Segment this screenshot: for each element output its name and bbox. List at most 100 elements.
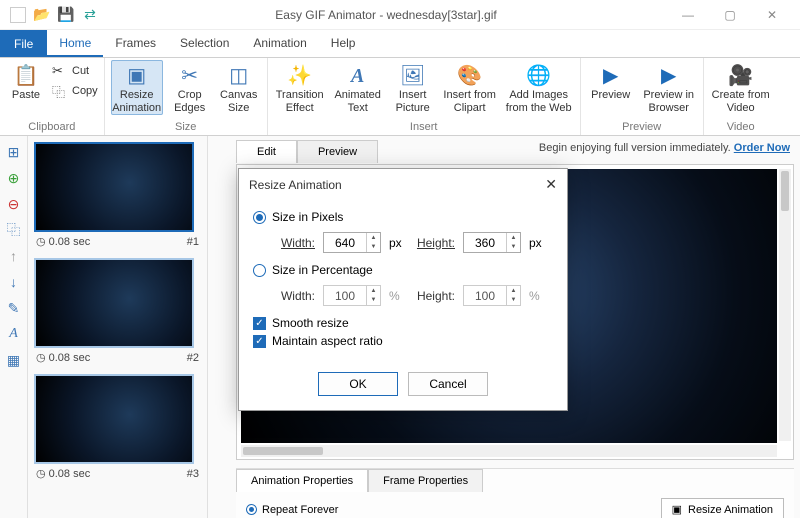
width-label: Width: (275, 236, 315, 250)
size-pixels-radio[interactable]: Size in Pixels (253, 210, 553, 224)
video-icon: 🎥 (728, 63, 753, 89)
height-px-input[interactable]: ▲▼ (463, 232, 521, 253)
crop-icon: ✂ (181, 63, 198, 89)
radio-dot-icon (246, 504, 257, 515)
ribbon-group-video: 🎥Create from Video Video (704, 58, 778, 135)
clock-icon: ◷ (36, 467, 46, 480)
open-icon[interactable]: 📂 (34, 7, 50, 23)
tab-edit[interactable]: Edit (236, 140, 297, 163)
window-controls: — ▢ ✕ (674, 8, 800, 22)
size-percent-radio[interactable]: Size in Percentage (253, 263, 553, 277)
radio-off-icon (253, 264, 266, 277)
preview-browser-button[interactable]: ▶Preview in Browser (641, 60, 697, 115)
tab-selection[interactable]: Selection (168, 30, 241, 57)
tab-animation-properties[interactable]: Animation Properties (236, 469, 368, 492)
tool-move-up-icon[interactable]: ↑ (4, 246, 24, 266)
insert-picture-button[interactable]: 🖼Insert Picture (390, 60, 436, 115)
aspect-ratio-checkbox[interactable]: ✓Maintain aspect ratio (253, 334, 553, 348)
checkbox-checked-icon: ✓ (253, 317, 266, 330)
copy-button[interactable]: ⿻Copy (52, 82, 98, 100)
tab-animation[interactable]: Animation (241, 30, 318, 57)
ribbon-group-insert: ✨Transition Effect AAnimated Text 🖼Inser… (268, 58, 581, 135)
tool-move-down-icon[interactable]: ↓ (4, 272, 24, 292)
text-icon: A (351, 63, 364, 89)
save-icon[interactable]: 💾 (58, 7, 74, 23)
tool-add-frame-icon[interactable]: ⊞ (4, 142, 24, 162)
tab-home[interactable]: Home (47, 30, 103, 57)
resize-animation-shortcut[interactable]: ▣Resize Animation (661, 498, 784, 518)
spin-up-icon[interactable]: ▲ (507, 233, 520, 243)
canvas-icon: ◫ (229, 63, 248, 89)
spin-down-icon[interactable]: ▼ (367, 243, 380, 253)
spin-down-icon[interactable]: ▼ (507, 243, 520, 253)
ribbon-group-preview: ▶Preview ▶Preview in Browser Preview (581, 58, 704, 135)
tool-duplicate-icon[interactable]: ⿻ (4, 220, 24, 240)
repeat-forever-radio[interactable]: Repeat Forever (246, 504, 338, 516)
animated-text-button[interactable]: AAnimated Text (332, 60, 384, 115)
crop-edges-button[interactable]: ✂Crop Edges (169, 60, 211, 115)
smooth-resize-checkbox[interactable]: ✓Smooth resize (253, 316, 553, 330)
maximize-button[interactable]: ▢ (716, 8, 744, 22)
tab-preview[interactable]: Preview (297, 140, 378, 163)
checkbox-checked-icon: ✓ (253, 335, 266, 348)
paste-icon: 📋 (14, 63, 39, 89)
width-px-input[interactable]: ▲▼ (323, 232, 381, 253)
dialog-close-button[interactable]: ✕ (545, 176, 557, 193)
tab-frame-properties[interactable]: Frame Properties (368, 469, 483, 492)
height-label: Height: (415, 236, 455, 250)
horizontal-scrollbar[interactable] (241, 445, 777, 457)
trial-bar: Begin enjoying full version immediately.… (539, 142, 790, 154)
wizard-icon[interactable]: ⇄ (82, 7, 98, 23)
order-now-link[interactable]: Order Now (734, 142, 790, 154)
picture-icon: 🖼 (400, 63, 425, 89)
cut-button[interactable]: ✂Cut (52, 62, 98, 80)
resize-icon: ▣ (127, 63, 146, 89)
tab-frames[interactable]: Frames (103, 30, 168, 57)
width-label: Width: (275, 289, 315, 303)
copy-icon: ⿻ (52, 82, 68, 101)
create-from-video-button[interactable]: 🎥Create from Video (710, 60, 772, 115)
clock-icon: ◷ (36, 235, 46, 248)
view-tabs: Edit Preview (236, 140, 378, 163)
frame-item[interactable]: ◷0.08 sec#2 (34, 258, 201, 364)
paste-button[interactable]: 📋 Paste (6, 60, 46, 103)
play-icon: ▶ (603, 63, 618, 89)
clock-icon: ◷ (36, 351, 46, 364)
tool-edit-icon[interactable]: ✎ (4, 298, 24, 318)
file-menu[interactable]: File (0, 30, 47, 57)
minimize-button[interactable]: — (674, 8, 702, 22)
new-icon[interactable] (10, 7, 26, 23)
preview-button[interactable]: ▶Preview (587, 60, 635, 103)
globe-icon: 🌐 (526, 63, 551, 89)
vertical-scrollbar[interactable] (779, 169, 791, 441)
ribbon: 📋 Paste ✂Cut ⿻Copy Clipboard ▣Resize Ani… (0, 58, 800, 136)
quick-access-toolbar: 📂 💾 ⇄ (0, 7, 98, 23)
ribbon-group-size: ▣Resize Animation ✂Crop Edges ◫Canvas Si… (105, 58, 268, 135)
frame-thumbnail (34, 258, 194, 348)
tool-grid-icon[interactable]: ▦ (4, 350, 24, 370)
menu-bar: File Home Frames Selection Animation Hel… (0, 30, 800, 58)
frame-thumbnail (34, 374, 194, 464)
frame-item[interactable]: ◷0.08 sec#3 (34, 374, 201, 480)
frame-item[interactable]: ◷0.08 sec#1 (34, 142, 201, 248)
tool-text-icon[interactable]: A (4, 324, 24, 344)
tab-help[interactable]: Help (319, 30, 368, 57)
clipart-icon: 🎨 (457, 63, 482, 89)
frames-panel: ◷0.08 sec#1 ◷0.08 sec#2 ◷0.08 sec#3 (28, 136, 208, 518)
resize-animation-button[interactable]: ▣Resize Animation (111, 60, 163, 115)
radio-on-icon (253, 211, 266, 224)
close-button[interactable]: ✕ (758, 8, 786, 22)
title-bar: 📂 💾 ⇄ Easy GIF Animator - wednesday[3sta… (0, 0, 800, 30)
spin-up-icon[interactable]: ▲ (367, 233, 380, 243)
transition-button[interactable]: ✨Transition Effect (274, 60, 326, 115)
cancel-button[interactable]: Cancel (408, 372, 488, 396)
window-title: Easy GIF Animator - wednesday[3star].gif (98, 8, 674, 22)
insert-clipart-button[interactable]: 🎨Insert from Clipart (442, 60, 498, 115)
ok-button[interactable]: OK (318, 372, 398, 396)
play-browser-icon: ▶ (661, 63, 676, 89)
width-pct-input: ▲▼ (323, 285, 381, 306)
add-from-web-button[interactable]: 🌐Add Images from the Web (504, 60, 574, 115)
tool-delete-icon[interactable]: ⊖ (4, 194, 24, 214)
tool-insert-icon[interactable]: ⊕ (4, 168, 24, 188)
canvas-size-button[interactable]: ◫Canvas Size (217, 60, 261, 115)
